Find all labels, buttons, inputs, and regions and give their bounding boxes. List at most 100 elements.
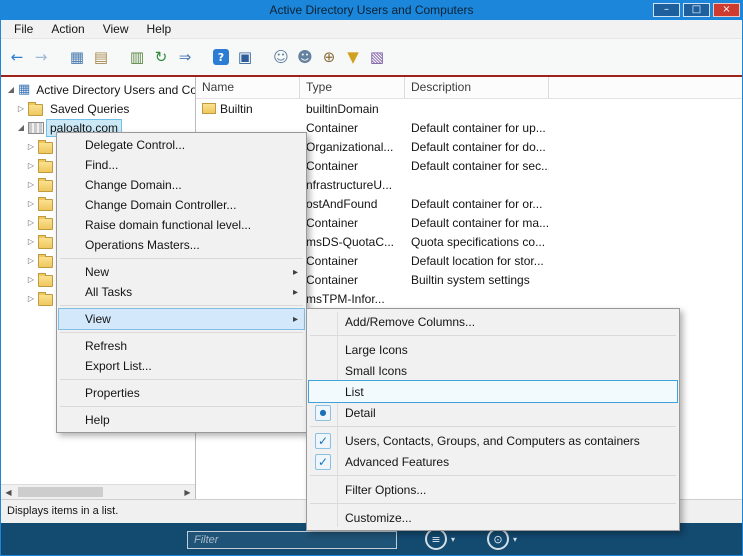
menu-item-label: All Tasks [85, 285, 132, 299]
column-header-name[interactable]: Name [196, 77, 300, 98]
expander-collapsed-icon[interactable]: ▷ [25, 275, 37, 284]
expander-collapsed-icon[interactable]: ▷ [25, 199, 37, 208]
show-console-tree-button[interactable]: ▦ [65, 45, 89, 69]
radio-selected-icon: ● [315, 405, 331, 421]
expander-collapsed-icon[interactable]: ▷ [25, 142, 37, 151]
expander-collapsed-icon[interactable]: ▷ [25, 237, 37, 246]
folder-icon [38, 161, 53, 173]
menu-item-label: Export List... [85, 359, 152, 373]
expander-collapsed-icon[interactable]: ▷ [25, 161, 37, 170]
back-button[interactable]: ← [5, 45, 29, 69]
list-menu-button[interactable]: ≡ [425, 528, 447, 550]
tree-item-active-directory-users-and-com[interactable]: ◢▦Active Directory Users and Com [1, 80, 195, 99]
cell-description: Default container for sec... [405, 159, 549, 173]
filter-input[interactable] [187, 531, 397, 549]
expander-collapsed-icon[interactable]: ▷ [25, 218, 37, 227]
folder-icon [38, 256, 53, 268]
cell-type: builtinDomain [300, 102, 405, 116]
cell-type: Container [300, 216, 405, 230]
view-menu-item-filter-options[interactable]: Filter Options... [309, 479, 677, 500]
new-group-button[interactable]: ☻ [293, 45, 317, 69]
view-menu-item-detail[interactable]: ●Detail [309, 402, 677, 423]
forward-icon: → [35, 50, 48, 65]
menu-separator [60, 379, 303, 380]
cell-description: Default container for ma... [405, 216, 549, 230]
scroll-left-button[interactable]: ◀ [1, 488, 16, 497]
properties-button[interactable]: ▤ [89, 45, 113, 69]
list-row[interactable]: Builtin builtinDomain [196, 99, 742, 118]
caret-down-icon[interactable]: ▾ [513, 535, 517, 544]
set-filter-button[interactable]: ▼ [341, 45, 365, 69]
view-menu-item-customize[interactable]: Customize... [309, 507, 677, 528]
caret-down-icon[interactable]: ▾ [451, 535, 455, 544]
expander-expanded-icon[interactable]: ◢ [15, 123, 27, 132]
new-user-button[interactable]: ☺ [269, 45, 293, 69]
scrollbar-thumb[interactable] [18, 487, 103, 497]
menubar-item-action[interactable]: Action [42, 20, 93, 38]
menu-item-raise-domain-functional-level[interactable]: Raise domain functional level... [59, 215, 304, 235]
menu-item-delegate-control[interactable]: Delegate Control... [59, 135, 304, 155]
menu-item-help[interactable]: Help [59, 410, 304, 430]
export-list-button[interactable]: ▥ [125, 45, 149, 69]
tree-horizontal-scrollbar[interactable]: ◀ ▶ [1, 484, 195, 499]
view-menu-item-users-contacts-groups-and-computers-as-containers[interactable]: ✓Users, Contacts, Groups, and Computers … [309, 430, 677, 451]
expander-collapsed-icon[interactable]: ▷ [15, 104, 27, 113]
new-window-button[interactable]: ▣ [233, 45, 257, 69]
help-button[interactable]: ? [209, 45, 233, 69]
name-text: Builtin [220, 102, 253, 116]
expander-expanded-icon[interactable]: ◢ [5, 85, 17, 94]
expander-collapsed-icon[interactable]: ▷ [25, 180, 37, 189]
expander-collapsed-icon[interactable]: ▷ [25, 256, 37, 265]
cell-description: Default container for or... [405, 197, 549, 211]
view-menu-item-advanced-features[interactable]: ✓Advanced Features [309, 451, 677, 472]
up-one-level-button[interactable]: ⇒ [173, 45, 197, 69]
expander-collapsed-icon[interactable]: ▷ [25, 294, 37, 303]
view-menu-item-small-icons[interactable]: Small Icons [309, 360, 677, 381]
menubar-item-file[interactable]: File [5, 20, 42, 38]
menu-bar: FileActionViewHelp [1, 20, 742, 39]
export-list-icon: ▥ [130, 50, 144, 65]
folder-icon [38, 180, 53, 192]
scroll-right-button[interactable]: ▶ [180, 488, 195, 497]
properties-icon: ▤ [94, 50, 108, 65]
menu-item-export-list[interactable]: Export List... [59, 356, 304, 376]
menu-item-properties[interactable]: Properties [59, 383, 304, 403]
forward-button[interactable]: → [29, 45, 53, 69]
refresh-button[interactable]: ↻ [149, 45, 173, 69]
add-to-group-button[interactable]: ⊕ [317, 45, 341, 69]
column-header-type[interactable]: Type [300, 77, 405, 98]
menu-separator [60, 305, 303, 306]
menu-item-operations-masters[interactable]: Operations Masters... [59, 235, 304, 255]
view-menu-item-list[interactable]: List [309, 381, 677, 402]
menu-item-change-domain-controller[interactable]: Change Domain Controller... [59, 195, 304, 215]
view-menu-item-large-icons[interactable]: Large Icons [309, 339, 677, 360]
view-options-button[interactable]: ▧ [365, 45, 389, 69]
cell-description: Default location for stor... [405, 254, 549, 268]
column-header-filler [549, 77, 742, 98]
cell-description: Quota specifications co... [405, 235, 549, 249]
menu-item-find[interactable]: Find... [59, 155, 304, 175]
menu-item-all-tasks[interactable]: All Tasks▸ [59, 282, 304, 302]
view-menu-item-add-remove-columns[interactable]: Add/Remove Columns... [309, 311, 677, 332]
menu-item-label: Add/Remove Columns... [337, 315, 475, 329]
menubar-item-help[interactable]: Help [138, 20, 181, 38]
up-one-level-icon: ⇒ [179, 50, 192, 65]
new-user-icon: ☺ [273, 50, 289, 65]
menubar-item-view[interactable]: View [94, 20, 138, 38]
scrollbar-track[interactable] [16, 485, 180, 499]
minimize-button[interactable]: – [653, 3, 680, 17]
view-submenu: Add/Remove Columns... Large IconsSmall Ic… [306, 308, 680, 531]
menu-item-label: Raise domain functional level... [85, 218, 251, 232]
maximize-button[interactable]: □ [683, 3, 710, 17]
folder-icon [38, 199, 53, 211]
close-button[interactable]: × [713, 3, 740, 17]
menu-item-new[interactable]: New▸ [59, 262, 304, 282]
title-bar[interactable]: Active Directory Users and Computers – □… [1, 1, 742, 20]
tree-item-saved-queries[interactable]: ▷Saved Queries [1, 99, 195, 118]
menu-item-change-domain[interactable]: Change Domain... [59, 175, 304, 195]
storage-menu-button[interactable]: ⊙ [487, 528, 509, 550]
menu-item-refresh[interactable]: Refresh [59, 336, 304, 356]
menu-item-view[interactable]: View▸ [59, 309, 304, 329]
column-header-description[interactable]: Description [405, 77, 549, 98]
new-window-icon: ▣ [238, 50, 252, 65]
